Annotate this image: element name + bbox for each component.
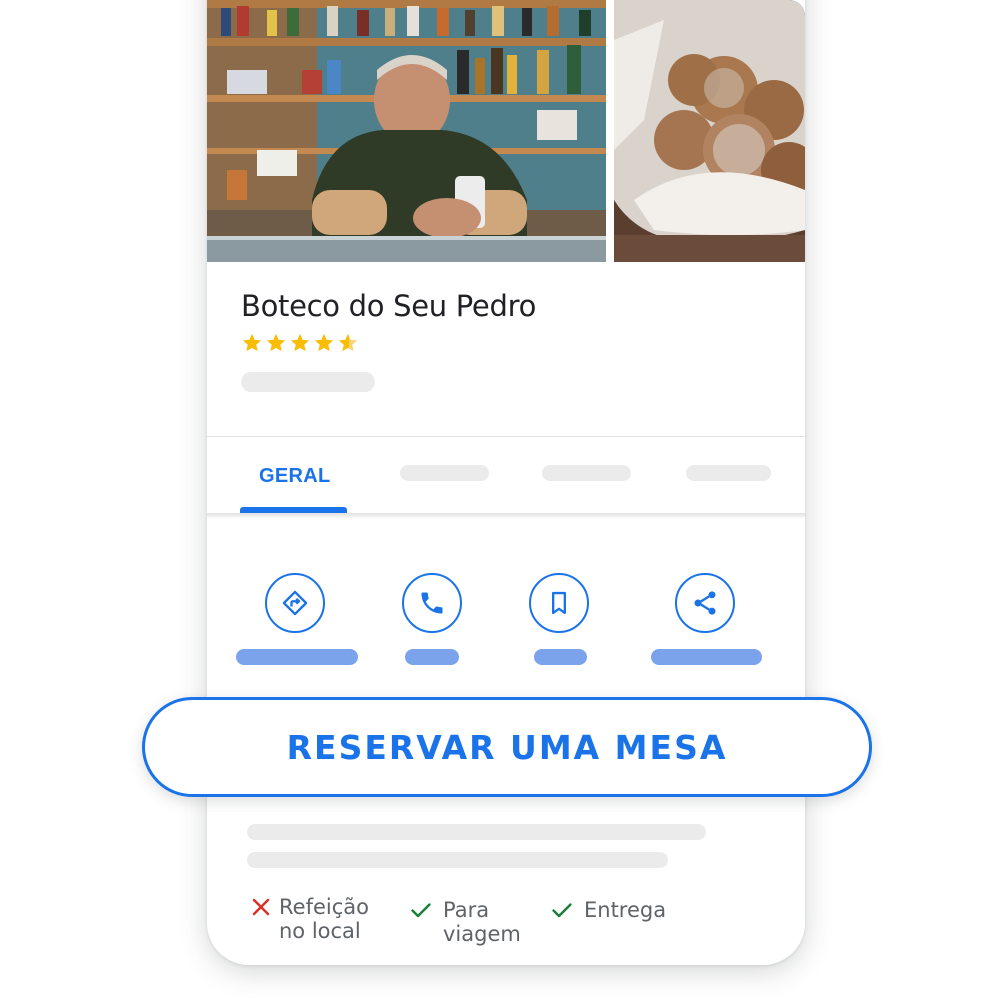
description-placeholder: [247, 824, 706, 840]
attribute-label: Entrega: [584, 898, 667, 922]
attribute-takeout: Para viagem: [409, 898, 521, 946]
tab-placeholder[interactable]: [542, 465, 631, 481]
attribute-label: Para viagem: [443, 898, 521, 946]
attribute-delivery: Entrega: [550, 898, 666, 922]
tab-overview[interactable]: GERAL: [240, 437, 347, 513]
check-icon: [552, 903, 572, 918]
tab-bar: GERAL: [207, 437, 805, 513]
star-icon: [290, 333, 310, 352]
phone-icon: [421, 592, 443, 614]
check-icon: [411, 903, 431, 918]
photo-food[interactable]: [614, 0, 805, 262]
description-placeholder: [247, 852, 668, 868]
save-label-placeholder: [534, 649, 587, 665]
directions-icon: [282, 590, 308, 616]
address-placeholder: [241, 372, 375, 392]
tab-placeholder[interactable]: [400, 465, 489, 481]
save-button[interactable]: [529, 573, 589, 633]
share-label-placeholder: [651, 649, 762, 665]
call-button[interactable]: [402, 573, 462, 633]
attribute-dine-in: Refeição no local: [249, 895, 369, 943]
bookmark-icon: [552, 591, 566, 615]
share-icon: [694, 591, 716, 615]
rating-stars: [240, 332, 360, 354]
reserve-table-button[interactable]: RESERVAR UMA MESA: [142, 697, 872, 797]
place-info: Boteco do Seu Pedro: [207, 262, 805, 436]
star-icon: [314, 333, 334, 352]
share-button[interactable]: [675, 573, 735, 633]
tab-bar-shadow: [207, 513, 805, 519]
photo-strip[interactable]: [207, 0, 805, 262]
directions-label-placeholder: [236, 649, 358, 665]
photo-owner-at-bar[interactable]: [207, 0, 606, 262]
attribute-label: Refeição no local: [279, 895, 369, 943]
star-icon: [266, 333, 286, 352]
place-title: Boteco do Seu Pedro: [241, 289, 537, 323]
place-card: Boteco do Seu Pedro GERAL Refeição no lo…: [207, 0, 805, 965]
tab-overview-label: GERAL: [259, 465, 331, 487]
star-icon: [242, 333, 262, 352]
call-label-placeholder: [405, 649, 459, 665]
close-icon: [252, 898, 270, 916]
directions-button[interactable]: [265, 573, 325, 633]
tab-placeholder[interactable]: [686, 465, 771, 481]
half-star-icon: [338, 333, 358, 352]
